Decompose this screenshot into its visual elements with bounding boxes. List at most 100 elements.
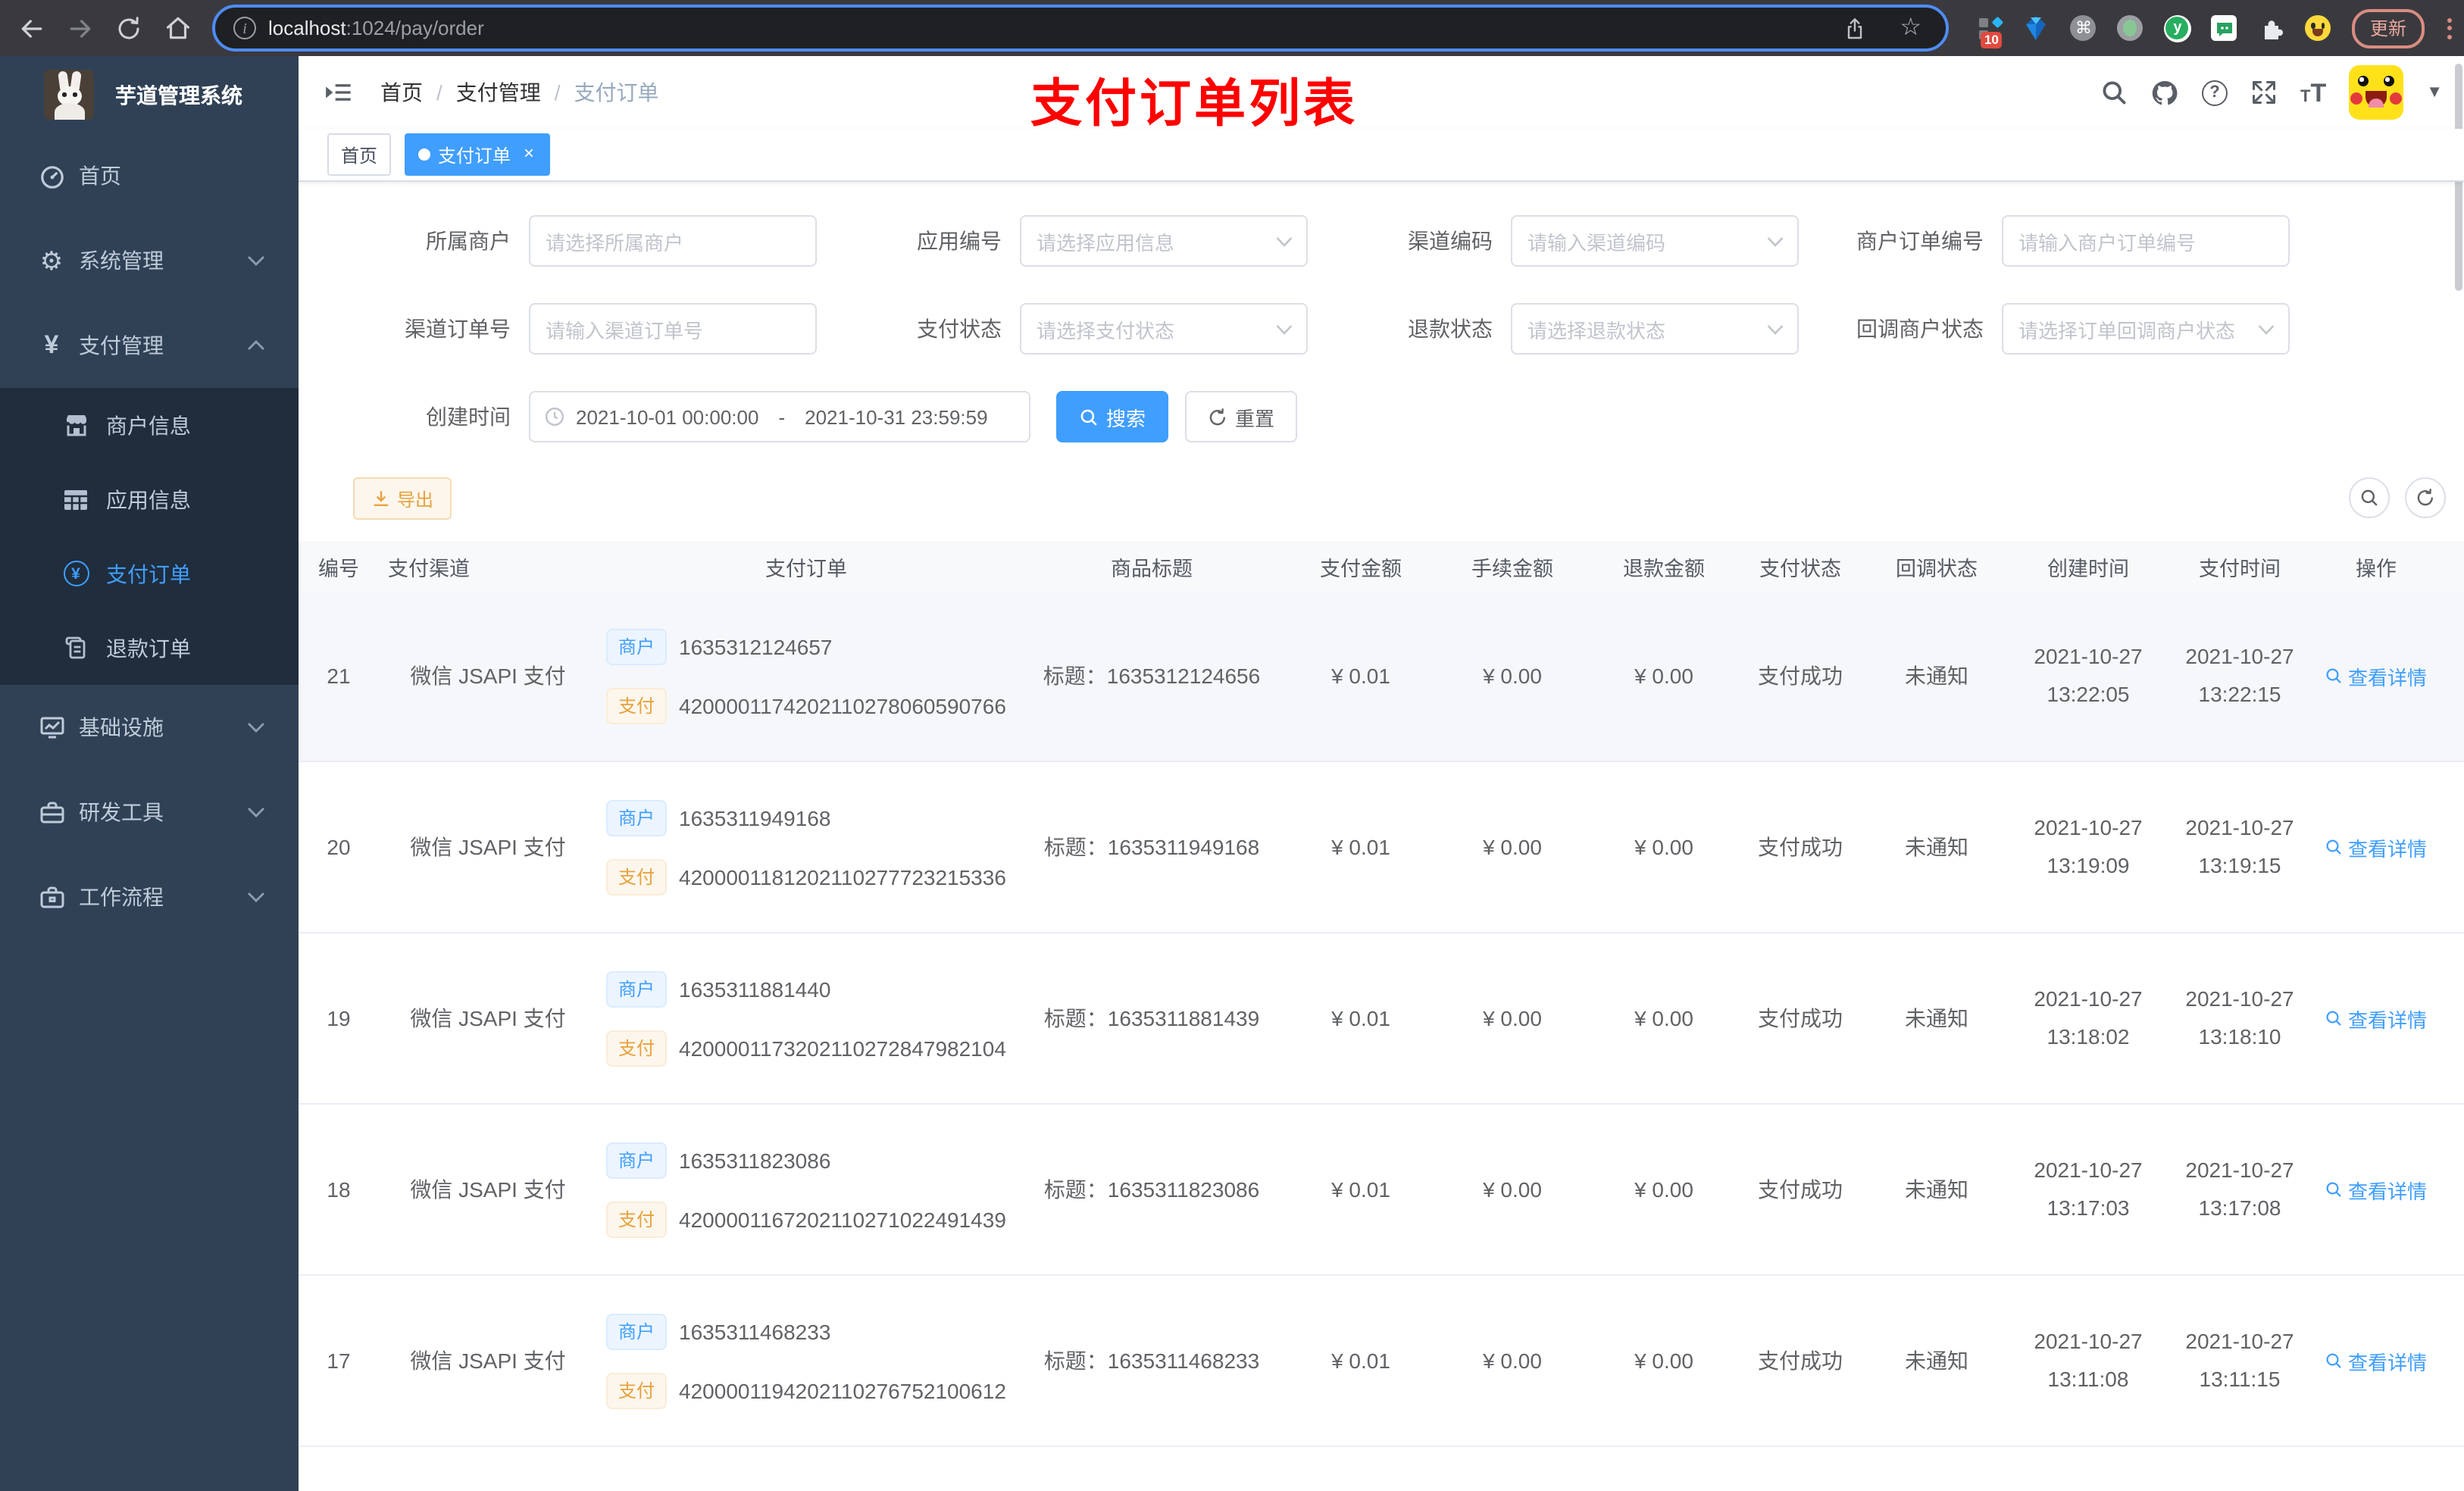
filter-input[interactable]: 请选择所属商户 (529, 215, 817, 267)
toggle-search-button[interactable] (2349, 477, 2390, 518)
merchant-tag: 商户 (606, 1142, 668, 1178)
sidebar-item-merchant-info[interactable]: 商户信息 (0, 388, 299, 462)
sidebar-item-app-info[interactable]: 应用信息 (0, 462, 299, 536)
tag-close-icon[interactable]: × (518, 143, 539, 165)
column-header[interactable]: 手续金额 (1434, 551, 1591, 581)
extensions-puzzle-icon[interactable] (2258, 14, 2285, 42)
cell-amount: ¥ 0.01 (1331, 835, 1390, 859)
reset-button[interactable]: 重置 (1185, 391, 1298, 442)
view-detail-link[interactable]: 查看详情 (2325, 833, 2427, 861)
sidebar-item-infra[interactable]: 基础设施 (0, 685, 299, 770)
filter-input[interactable]: 请选择应用信息 (1020, 215, 1308, 267)
column-header[interactable]: 创建时间 (2009, 551, 2167, 581)
sidebar-item-refund-order[interactable]: 退款订单 (0, 611, 299, 685)
shop-icon (62, 413, 89, 437)
column-header[interactable]: 支付金额 (1288, 551, 1434, 581)
sidebar-item-label: 工作流程 (79, 885, 164, 909)
cell-action: 查看详情 (2312, 1105, 2440, 1274)
breadcrumb-pay[interactable]: 支付管理 (456, 77, 541, 108)
column-header[interactable]: 支付状态 (1737, 551, 1864, 581)
browser-menu-icon[interactable] (2447, 17, 2452, 39)
sidebar-toggle-icon[interactable] (323, 77, 353, 108)
browser-back-icon[interactable] (9, 0, 55, 56)
cell-id: 17 (327, 1349, 351, 1373)
help-icon[interactable]: ? (2201, 80, 2228, 105)
sidebar-item-workflow[interactable]: 工作流程 (0, 855, 299, 939)
date-range-input[interactable]: 2021-10-01 00:00:00 - 2021-10-31 23:59:5… (529, 391, 1030, 442)
column-header[interactable]: 商品标题 (1015, 551, 1288, 581)
cell-id: 21 (327, 664, 351, 688)
filter-input[interactable]: 请输入渠道订单号 (529, 303, 817, 355)
merchant-tag: 商户 (606, 1313, 668, 1349)
column-header[interactable]: 支付订单 (597, 551, 1015, 581)
cell-notify-status: 未通知 (1905, 1349, 1968, 1373)
filter-input[interactable]: 请选择支付状态 (1020, 303, 1308, 355)
browser-update-button[interactable]: 更新 (2351, 8, 2425, 48)
bookmark-star-icon[interactable]: ☆ (1900, 15, 1921, 40)
extension-y-icon[interactable]: y (2163, 14, 2191, 42)
breadcrumb-home[interactable]: 首页 (380, 77, 423, 108)
column-header[interactable]: 回调状态 (1864, 551, 2009, 581)
browser-reload-icon[interactable] (106, 0, 152, 56)
sidebar-item-pay[interactable]: ¥ 支付管理 (0, 303, 299, 388)
avatar[interactable] (2349, 65, 2404, 120)
cell-fee: ¥ 0.00 (1483, 835, 1542, 859)
fullscreen-icon[interactable] (2250, 79, 2278, 106)
merchant-order-no: 1635311823086 (679, 1148, 831, 1172)
extension-gem-icon[interactable] (2023, 14, 2050, 42)
address-bar[interactable]: i localhost:1024/pay/order ☆ (212, 5, 1949, 52)
view-detail-link[interactable]: 查看详情 (2325, 1004, 2427, 1033)
filter-field: 应用编号 请选择应用信息 (835, 215, 1308, 267)
column-header[interactable]: 支付渠道 (379, 551, 597, 581)
cell-pay-status: 支付成功 (1758, 664, 1843, 688)
search-icon[interactable] (2100, 79, 2128, 106)
cell-id: 18 (327, 1177, 351, 1202)
extension-status-icon[interactable] (2117, 14, 2144, 42)
url-text: localhost:1024/pay/order (268, 17, 484, 39)
sidebar-item-label: 系统管理 (79, 248, 164, 273)
refresh-table-button[interactable] (2405, 477, 2446, 518)
filter-field: 渠道订单号 请输入渠道订单号 (344, 303, 817, 355)
sidebar-item-pay-order[interactable]: ¥ 支付订单 (0, 536, 299, 611)
merchant-tag: 商户 (606, 971, 668, 1007)
site-info-icon[interactable]: i (233, 17, 256, 39)
column-header[interactable]: 编号 (299, 551, 379, 581)
view-detail-link[interactable]: 查看详情 (2325, 1346, 2427, 1375)
column-header[interactable]: 退款金额 (1591, 551, 1737, 581)
tag[interactable]: 首页 (327, 133, 392, 176)
filter-input[interactable]: 请选择订单回调商户状态 (2002, 303, 2290, 355)
cell-amount: ¥ 0.01 (1331, 1349, 1390, 1373)
logo-rabbit-icon (44, 70, 94, 120)
search-button[interactable]: 搜索 (1056, 391, 1169, 442)
merchant-tag: 商户 (606, 628, 668, 664)
browser-home-icon[interactable] (155, 0, 200, 56)
filter-field: 支付状态 请选择支付状态 (835, 303, 1308, 355)
sidebar-item-devtools[interactable]: 研发工具 (0, 770, 299, 855)
column-header[interactable]: 支付时间 (2167, 551, 2312, 581)
orders-table: 编号 支付渠道 支付订单 商品标题 支付金额 手续金额 退款金额 支付状态 回调状态 创建时间 支付… (299, 541, 2464, 1491)
view-detail-link[interactable]: 查看详情 (2325, 661, 2427, 690)
export-button[interactable]: 导出 (353, 477, 452, 520)
avatar-caret-icon[interactable]: ▼ (2426, 83, 2443, 102)
profile-emoji-icon[interactable] (2305, 14, 2332, 42)
share-icon[interactable] (1842, 16, 1866, 40)
sidebar-item-system[interactable]: ⚙ 系统管理 (0, 218, 299, 303)
extension-chat-icon[interactable] (2211, 14, 2238, 42)
column-header[interactable]: 操作 (2312, 551, 2440, 581)
filter-placeholder: 请选择退款状态 (1527, 319, 1666, 342)
sidebar-item-home[interactable]: 首页 (0, 133, 299, 218)
filter-input[interactable]: 请选择退款状态 (1511, 303, 1799, 355)
tag[interactable]: 支付订单 × (405, 133, 551, 176)
cell-title: 标题：1635311881439 (1043, 1006, 1260, 1030)
browser-forward-icon[interactable] (58, 0, 103, 56)
view-detail-link[interactable]: 查看详情 (2325, 1175, 2427, 1204)
github-icon[interactable] (2150, 78, 2179, 107)
pay-tag: 支付 (606, 1030, 668, 1066)
font-size-icon[interactable]: TT (2300, 80, 2326, 105)
extension-tabs-icon[interactable]: 10 (1976, 14, 2003, 48)
filter-input[interactable]: 请输入渠道编码 (1511, 215, 1799, 267)
app-logo[interactable]: 芋道管理系统 (0, 56, 299, 133)
extension-command-icon[interactable]: ⌘ (2070, 14, 2097, 42)
filter-input[interactable]: 请输入商户订单编号 (2002, 215, 2290, 267)
cell-pay-status: 支付成功 (1758, 1349, 1843, 1373)
